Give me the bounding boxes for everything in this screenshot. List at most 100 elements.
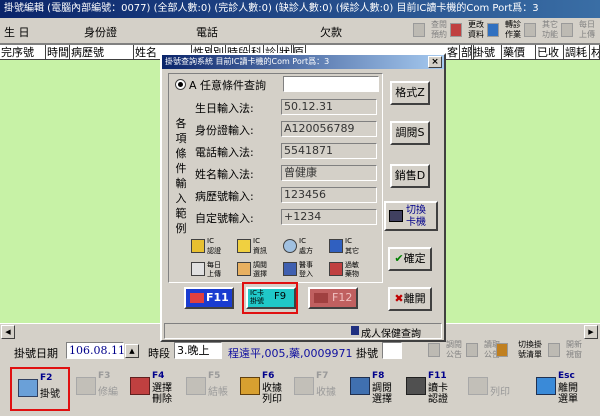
delete-icon [130, 377, 150, 395]
reg-count-field[interactable] [382, 342, 402, 359]
allergy-shortcut[interactable]: 過敏 藥物 [329, 259, 371, 281]
column-header[interactable]: 部 [460, 45, 472, 60]
medical-login-shortcut[interactable]: 醫事 登入 [283, 259, 325, 281]
confirm-button[interactable]: ✔確定 [388, 247, 432, 271]
column-header[interactable]: 時間 [46, 45, 70, 60]
f11-label: F11 [206, 291, 229, 304]
scroll-right-icon[interactable]: ▶ [584, 325, 598, 339]
example-label: 病歷號輸入: [195, 190, 254, 203]
ic-auth-icon [191, 239, 205, 253]
close-icon[interactable]: × [428, 56, 442, 68]
birthday-label: 生 日 [4, 26, 30, 39]
column-header[interactable]: 已收 [536, 45, 564, 60]
fkey-label-1: 收據 [262, 383, 282, 394]
status-text: 成人保健查詢 [361, 329, 421, 340]
referral-button[interactable]: 轉診 作業 [487, 20, 521, 42]
switch-card-reader-button[interactable]: 切換 卡機 [384, 201, 438, 231]
radio-any-condition-label: A 任意條件查詢 [189, 79, 267, 92]
read-notice-button[interactable]: 讀取 公告 [466, 340, 500, 362]
fkey-label: 調閱 選擇 [372, 383, 392, 405]
appointment-icon [413, 23, 425, 37]
phone-label: 電話 [196, 26, 218, 39]
f9-ic-register-button[interactable]: IC卡 掛號 F9 [246, 287, 296, 309]
date-spin-icon[interactable]: ▲ [125, 344, 139, 358]
fkey-label-1: 讀卡 [428, 383, 448, 394]
scroll-left-icon[interactable]: ◀ [1, 325, 15, 339]
shortcut-text: IC [253, 237, 260, 245]
fkey-label-2: 認證 [428, 394, 448, 405]
column-header[interactable]: 客 [446, 45, 460, 60]
other-functions-button[interactable]: 其它 功能 [524, 20, 558, 42]
f4-delete-button[interactable]: F4 選擇 刪除 [124, 367, 184, 411]
print-icon [240, 377, 260, 395]
f3-edit-button[interactable]: F3 修編 [70, 367, 130, 411]
column-header[interactable]: 完序號 [0, 45, 46, 60]
function-key-bar: F2 掛號 F3 修編 F4 選擇 刪除 F5 結帳 F6 收據 列印 F7 收據 … [0, 364, 600, 416]
check-icon: ✔ [394, 252, 404, 265]
shortcut-text: IC [345, 237, 352, 245]
other-icon [524, 23, 536, 37]
daily-upload-shortcut[interactable]: 每日 上傳 [191, 259, 233, 281]
fkey-code: F8 [372, 371, 385, 381]
f5-checkout-button[interactable]: F5 結帳 [180, 367, 240, 411]
x-icon: ✖ [394, 292, 404, 305]
format-button[interactable]: 格式Z [390, 81, 430, 105]
edit-data-button[interactable]: 更改 資料 [450, 20, 484, 42]
leave-button[interactable]: ✖離開 [388, 287, 432, 311]
f8-view-select-button[interactable]: F8 調閱 選擇 [344, 367, 404, 411]
shortcut-text: 登入 [299, 270, 313, 278]
reg-date-label: 掛號日期 [14, 347, 58, 360]
reg-date-input[interactable]: 106.08.11 [66, 342, 125, 359]
view-select-shortcut[interactable]: 調閱 選擇 [237, 259, 279, 281]
switch-list-button[interactable]: 切換掛 號清單 [496, 340, 542, 362]
fkey-code: F4 [152, 371, 165, 381]
view-appointments-button[interactable]: 查閱 預約 [413, 20, 447, 42]
window-title-bar: 掛號編輯 (電腦內部編號：0077) (全部人數:0) (完診人數:0) (缺診… [0, 0, 600, 18]
shortcut-text: 上傳 [207, 270, 221, 278]
column-header[interactable]: 掛號 [472, 45, 502, 60]
example-label: 電話輸入法: [195, 146, 254, 159]
example-label: 姓名輸入法: [195, 168, 254, 181]
view-notice-button[interactable]: 調閱 公告 [428, 340, 462, 362]
shortcut-text: 資訊 [253, 247, 267, 255]
fkey-code: F3 [98, 371, 111, 381]
column-header[interactable]: 材 [590, 45, 600, 60]
sell-button[interactable]: 銷售D [390, 164, 430, 188]
column-header[interactable]: 藥價 [502, 45, 536, 60]
printer-icon [468, 377, 488, 395]
new-window-button[interactable]: 開新 視窗 [548, 340, 582, 362]
print-button[interactable]: 列印 [462, 367, 522, 411]
column-header[interactable]: 病歷號 [70, 45, 134, 60]
ic-prescription-shortcut[interactable]: IC 處方 [283, 236, 325, 258]
any-condition-input[interactable] [283, 76, 379, 92]
column-header[interactable]: 調耗 [564, 45, 590, 60]
fkey-label: 收據 [316, 387, 336, 398]
f9-ic-register-highlight: IC卡 掛號 F9 [242, 282, 298, 314]
f6-print-receipt-button[interactable]: F6 收據 列印 [234, 367, 294, 411]
f9-line1: IC卡 [250, 289, 264, 297]
ic-auth-shortcut[interactable]: IC 認證 [191, 236, 233, 258]
fkey-code: Esc [558, 371, 575, 381]
switch-line1: 切換 [406, 205, 426, 216]
date-row: 掛號日期 106.08.11 ▲ 時段 3.晚上 程遠平,005,藥,00099… [0, 340, 600, 362]
f11-button[interactable]: F11 [184, 287, 234, 309]
radio-any-condition[interactable] [175, 79, 186, 90]
f2-register-button[interactable]: F2 掛號 [10, 367, 70, 411]
ic-other-shortcut[interactable]: IC 其它 [329, 236, 371, 258]
f7-receipt-button[interactable]: F7 收據 [288, 367, 348, 411]
call-button[interactable]: 調閱S [390, 121, 430, 145]
checkout-icon [186, 377, 206, 395]
esc-leave-button[interactable]: Esc 離開 選單 [530, 367, 590, 411]
f11-card-auth-button[interactable]: F11 讀卡 認證 [400, 367, 460, 411]
daily-upload-button[interactable]: 每日 上傳 [561, 20, 595, 42]
scrolling-text: 程遠平,005,藥,0009971 [228, 347, 353, 360]
fkey-label: 修編 [98, 387, 118, 398]
session-select[interactable]: 3.晚上 [174, 342, 222, 359]
fkey-label-2: 刪除 [152, 394, 172, 405]
example-value: 123456 [281, 187, 377, 203]
shortcut-text: IC [207, 237, 214, 245]
fkey-label-2: 列印 [262, 394, 282, 405]
fkey-label-2: 選擇 [372, 394, 392, 405]
f12-button[interactable]: F12 [308, 287, 358, 309]
ic-info-shortcut[interactable]: IC 資訊 [237, 236, 279, 258]
